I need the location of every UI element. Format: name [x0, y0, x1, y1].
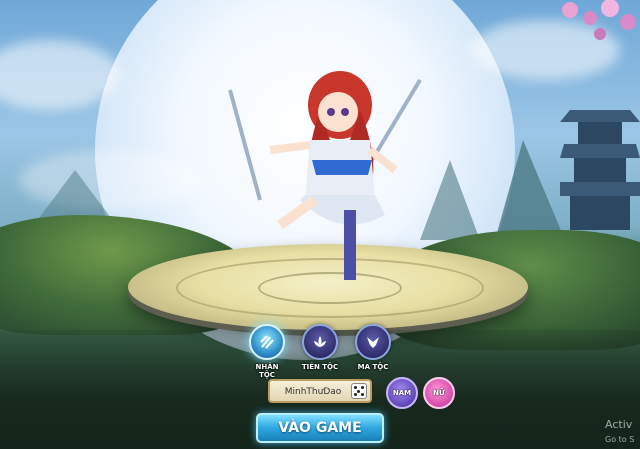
race-human[interactable]: NHÂN TỘC — [247, 324, 287, 379]
race-demon[interactable]: MA TỘC — [353, 324, 393, 371]
random-name-dice-icon[interactable] — [351, 383, 367, 399]
gender-male-button[interactable]: NAM — [386, 377, 418, 409]
pagoda — [560, 110, 640, 230]
watermark-line1: Activ — [605, 418, 633, 431]
enter-game-button[interactable]: VÀO GAME — [256, 413, 384, 443]
race-fairy-label: TIÊN TỘC — [301, 363, 339, 371]
race-demon-label: MA TỘC — [357, 363, 389, 371]
fist-icon — [249, 324, 285, 360]
character-name-input[interactable] — [274, 383, 352, 401]
race-human-label: NHÂN TỘC — [255, 363, 279, 379]
gender-female-label: NỮ — [433, 389, 445, 397]
race-fairy[interactable]: TIÊN TỘC — [300, 324, 340, 371]
cloud — [20, 150, 200, 210]
hero-character — [228, 71, 422, 280]
demon-icon — [355, 324, 391, 360]
gender-male-label: NAM — [392, 389, 412, 397]
watermark-line2: Go to S — [605, 435, 635, 444]
lotus-icon — [302, 324, 338, 360]
blossom-branch — [562, 0, 636, 40]
activate-windows-watermark: Activ Go to S — [605, 417, 634, 447]
enter-game-label: VÀO GAME — [278, 420, 362, 436]
character-name-field — [268, 379, 372, 403]
gender-female-button[interactable]: NỮ — [423, 377, 455, 409]
